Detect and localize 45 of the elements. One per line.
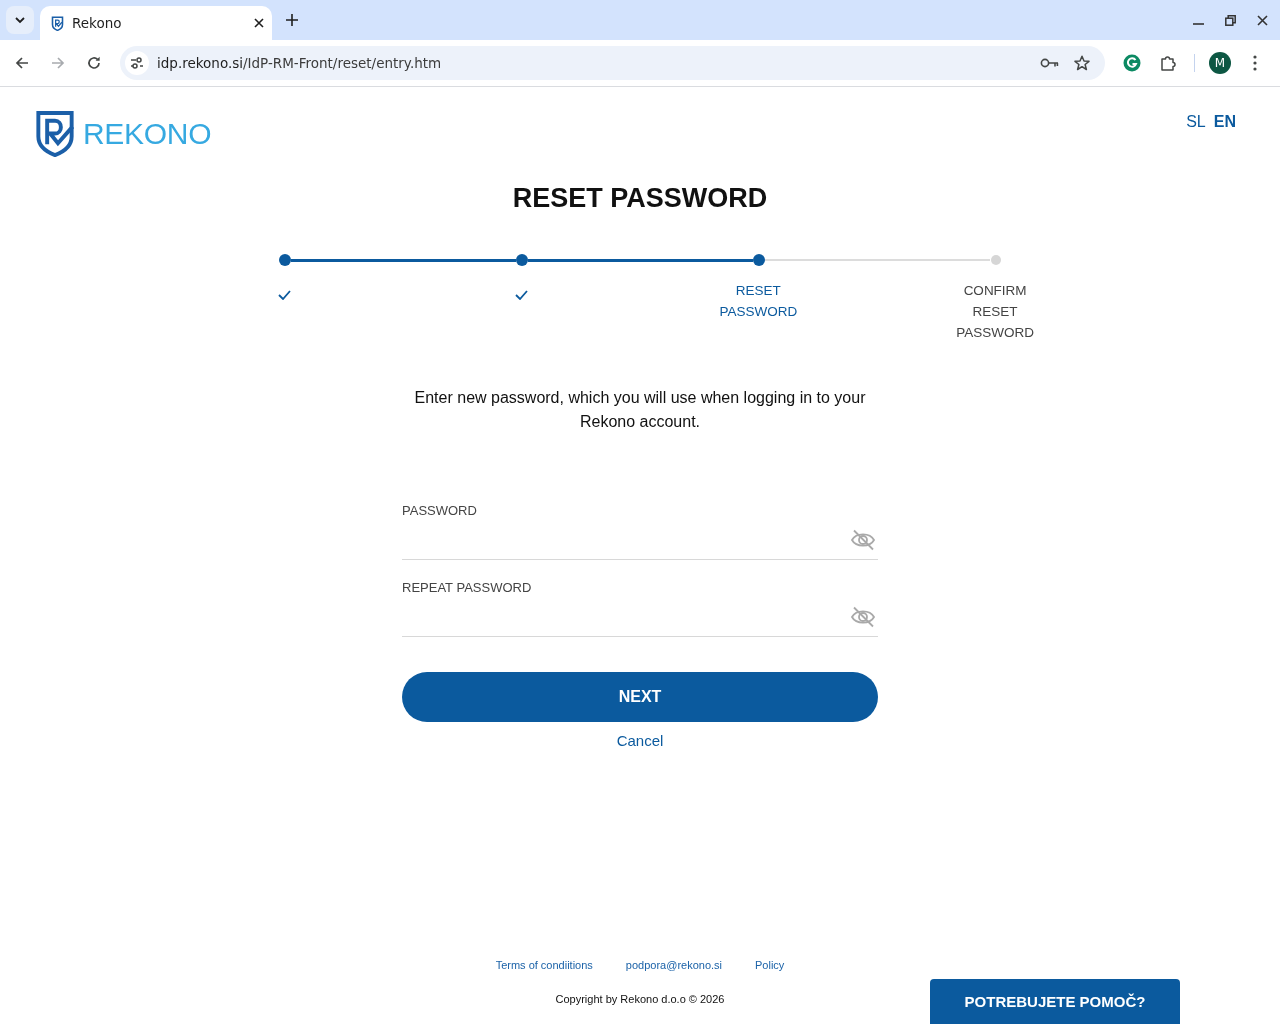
tab-title: Rekono	[72, 15, 122, 31]
puzzle-icon	[1160, 55, 1176, 71]
close-icon	[1256, 14, 1268, 26]
cancel-link[interactable]: Cancel	[616, 731, 664, 751]
g-circle-icon	[1123, 54, 1141, 72]
next-button[interactable]: NEXT	[402, 672, 878, 722]
tab-search-button[interactable]	[6, 6, 34, 34]
address-bar[interactable]: idp.rekono.si/IdP-RM-Front/reset/entry.htm	[120, 46, 1105, 80]
minimize-icon	[1192, 23, 1204, 25]
chevron-down-icon	[14, 16, 26, 24]
help-button[interactable]: POTREBUJETE POMOČ?	[930, 979, 1180, 1024]
browser-tab[interactable]: Rekono	[40, 6, 272, 40]
reload-icon	[87, 56, 101, 70]
kebab-menu-icon	[1253, 55, 1257, 71]
tune-icon	[130, 57, 144, 69]
plus-icon	[286, 14, 298, 26]
language-link[interactable]: SL	[1186, 112, 1206, 132]
field-label: REPEAT PASSWORD	[402, 579, 533, 597]
footer-link[interactable]: Policy	[755, 957, 785, 973]
restore-icon	[1224, 14, 1236, 26]
page-title: RESET PASSWORD	[511, 182, 769, 215]
forward-arrow-icon	[51, 56, 65, 70]
step-dot	[752, 254, 765, 266]
shield-favicon-icon	[51, 15, 64, 31]
step-dot	[515, 254, 528, 266]
language-link[interactable]: EN	[1213, 112, 1236, 132]
profile-avatar[interactable]: M	[1209, 52, 1231, 74]
back-arrow-icon	[15, 56, 29, 70]
step-label: RESET PASSWORD	[719, 282, 798, 321]
close-icon	[254, 18, 264, 28]
footer-link[interactable]: podpora@rekono.si	[625, 957, 722, 973]
copyright-text: Copyright by Rekono d.o.o © 2026	[555, 992, 725, 1007]
step-dot	[990, 255, 1001, 265]
footer-link[interactable]: Terms of condiitions	[495, 957, 593, 973]
star-icon	[1074, 55, 1090, 71]
field-label: PASSWORD	[402, 502, 478, 520]
key-icon	[1039, 58, 1059, 68]
step-dot	[278, 254, 291, 266]
url-text: idp.rekono.si/IdP-RM-Front/reset/entry.htm	[157, 55, 442, 71]
logo-text: REKONO	[83, 116, 212, 152]
shield-logo-icon	[35, 110, 75, 157]
instruction-text: Enter new password, which you will use when logging in to your Rekono account.	[413, 388, 867, 432]
close-tab-button[interactable]	[254, 18, 264, 28]
site-info-button[interactable]	[125, 51, 149, 75]
step-label: CONFIRM RESET PASSWORD	[956, 282, 1034, 342]
